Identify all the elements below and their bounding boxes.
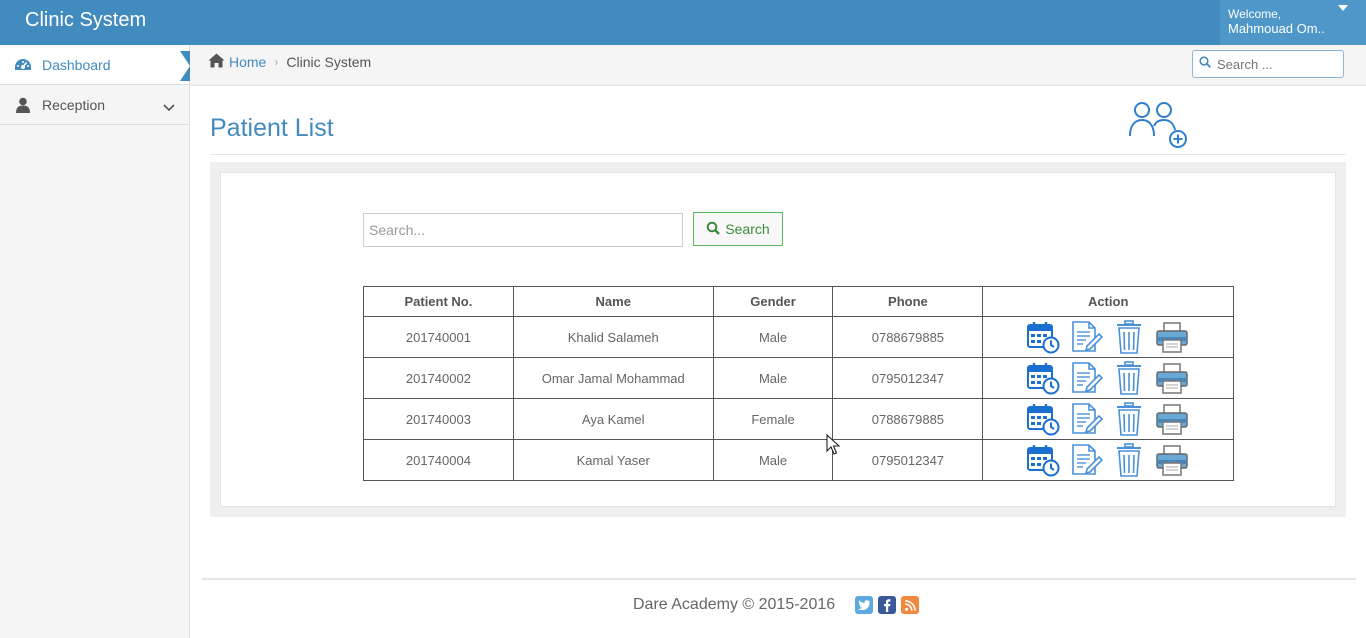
- edit-document-icon[interactable]: [1069, 320, 1104, 354]
- chevron-right-icon: ›: [274, 55, 279, 69]
- user-icon: [14, 96, 32, 114]
- column-header-patient-no[interactable]: Patient No.: [363, 286, 514, 317]
- edit-document-icon[interactable]: [1069, 361, 1104, 395]
- trash-icon[interactable]: [1112, 402, 1146, 436]
- patient-panel-body: Search Patient No. Name Gender Phone Act…: [220, 172, 1336, 507]
- user-menu[interactable]: Welcome, Mahmouad Om..: [1220, 0, 1366, 45]
- footer-divider: [202, 578, 1356, 580]
- chevron-down-icon[interactable]: [163, 99, 175, 115]
- printer-icon[interactable]: [1155, 361, 1189, 395]
- calendar-clock-icon[interactable]: [1026, 443, 1060, 477]
- row-actions: [982, 439, 1234, 481]
- calendar-clock-icon[interactable]: [1026, 361, 1060, 395]
- table-header-row: Patient No. Name Gender Phone Action: [363, 286, 1234, 317]
- calendar-clock-icon[interactable]: [1026, 402, 1060, 436]
- active-indicator: [180, 51, 190, 81]
- patient-gender-cell: Male: [712, 357, 834, 399]
- column-header-action: Action: [982, 286, 1234, 317]
- home-icon[interactable]: [208, 53, 225, 71]
- patient-panel: Search Patient No. Name Gender Phone Act…: [210, 162, 1346, 517]
- search-button[interactable]: Search: [693, 212, 783, 246]
- search-button-label: Search: [725, 221, 770, 237]
- footer: Dare Academy © 2015-2016: [633, 596, 920, 614]
- table-row[interactable]: 201740002 Omar Jamal Mohammad Male 07950123…: [363, 357, 1234, 399]
- top-search-box[interactable]: [1192, 50, 1344, 78]
- patient-phone-cell: 0788679885: [832, 398, 984, 440]
- dashboard-icon: [14, 56, 32, 74]
- user-name: Mahmouad Om..: [1228, 21, 1325, 36]
- facebook-icon[interactable]: [878, 596, 897, 614]
- trash-icon[interactable]: [1112, 443, 1146, 477]
- edit-document-icon[interactable]: [1069, 443, 1104, 477]
- mouse-cursor-icon: [826, 434, 840, 455]
- printer-icon[interactable]: [1155, 402, 1189, 436]
- patient-phone-cell: 0788679885: [832, 316, 984, 358]
- column-header-phone[interactable]: Phone: [832, 286, 984, 317]
- search-icon: [706, 221, 721, 238]
- patient-no-cell: 201740003: [363, 398, 514, 440]
- calendar-clock-icon[interactable]: [1026, 320, 1060, 354]
- patient-no-cell: 201740004: [363, 439, 514, 481]
- twitter-icon[interactable]: [855, 596, 874, 614]
- printer-icon[interactable]: [1155, 320, 1189, 354]
- search-icon: [1199, 55, 1211, 73]
- page-title: Patient List: [210, 114, 334, 142]
- app-title[interactable]: Clinic System: [25, 9, 146, 32]
- title-divider: [210, 154, 1346, 155]
- printer-icon[interactable]: [1155, 443, 1189, 477]
- patient-no-cell: 201740002: [363, 357, 514, 399]
- patient-name-cell: Khalid Salameh: [512, 316, 714, 358]
- patient-gender-cell: Female: [712, 398, 834, 440]
- breadcrumb-current: Clinic System: [286, 54, 372, 70]
- caret-down-icon[interactable]: [1338, 5, 1348, 11]
- sidebar-item-dashboard[interactable]: Dashboard: [0, 45, 190, 85]
- top-navbar: Clinic System Welcome, Mahmouad Om..: [0, 0, 1366, 45]
- breadcrumb-home-link[interactable]: Home: [229, 54, 266, 70]
- breadcrumb: Home › Clinic System: [208, 53, 371, 71]
- table-row[interactable]: 201740001 Khalid Salameh Male 0788679885: [363, 316, 1234, 358]
- top-search-input[interactable]: [1217, 56, 1332, 72]
- main-content: Patient List Search Patie: [190, 86, 1366, 638]
- row-actions: [982, 398, 1234, 440]
- patient-phone-cell: 0795012347: [832, 439, 984, 481]
- patient-gender-cell: Male: [712, 439, 834, 481]
- sidebar-item-label: Dashboard: [42, 56, 111, 73]
- patient-name-cell: Aya Kamel: [512, 398, 714, 440]
- table-row[interactable]: 201740003 Aya Kamel Female 0788679885: [363, 398, 1234, 440]
- trash-icon[interactable]: [1112, 320, 1146, 354]
- patient-name-cell: Kamal Yaser: [512, 439, 714, 481]
- patient-name-cell: Omar Jamal Mohammad: [512, 357, 714, 399]
- patient-table: Patient No. Name Gender Phone Action 201…: [363, 286, 1234, 481]
- patient-phone-cell: 0795012347: [832, 357, 984, 399]
- patient-gender-cell: Male: [712, 316, 834, 358]
- column-header-name[interactable]: Name: [512, 286, 714, 317]
- breadcrumb-bar: Home › Clinic System: [190, 45, 1366, 86]
- row-actions: [982, 357, 1234, 399]
- sidebar: Dashboard Reception: [0, 45, 190, 638]
- footer-copyright: Dare Academy © 2015-2016: [633, 596, 836, 613]
- sidebar-item-label: Reception: [42, 96, 106, 113]
- patient-search-input[interactable]: [363, 213, 683, 247]
- rss-icon[interactable]: [901, 596, 920, 614]
- patient-no-cell: 201740001: [363, 316, 514, 358]
- sidebar-item-reception[interactable]: Reception: [0, 85, 189, 125]
- column-header-gender[interactable]: Gender: [712, 286, 834, 317]
- add-patient-icon[interactable]: [1128, 99, 1192, 151]
- row-actions: [982, 316, 1234, 358]
- trash-icon[interactable]: [1112, 361, 1146, 395]
- table-row[interactable]: 201740004 Kamal Yaser Male 0795012347: [363, 439, 1234, 481]
- edit-document-icon[interactable]: [1069, 402, 1104, 436]
